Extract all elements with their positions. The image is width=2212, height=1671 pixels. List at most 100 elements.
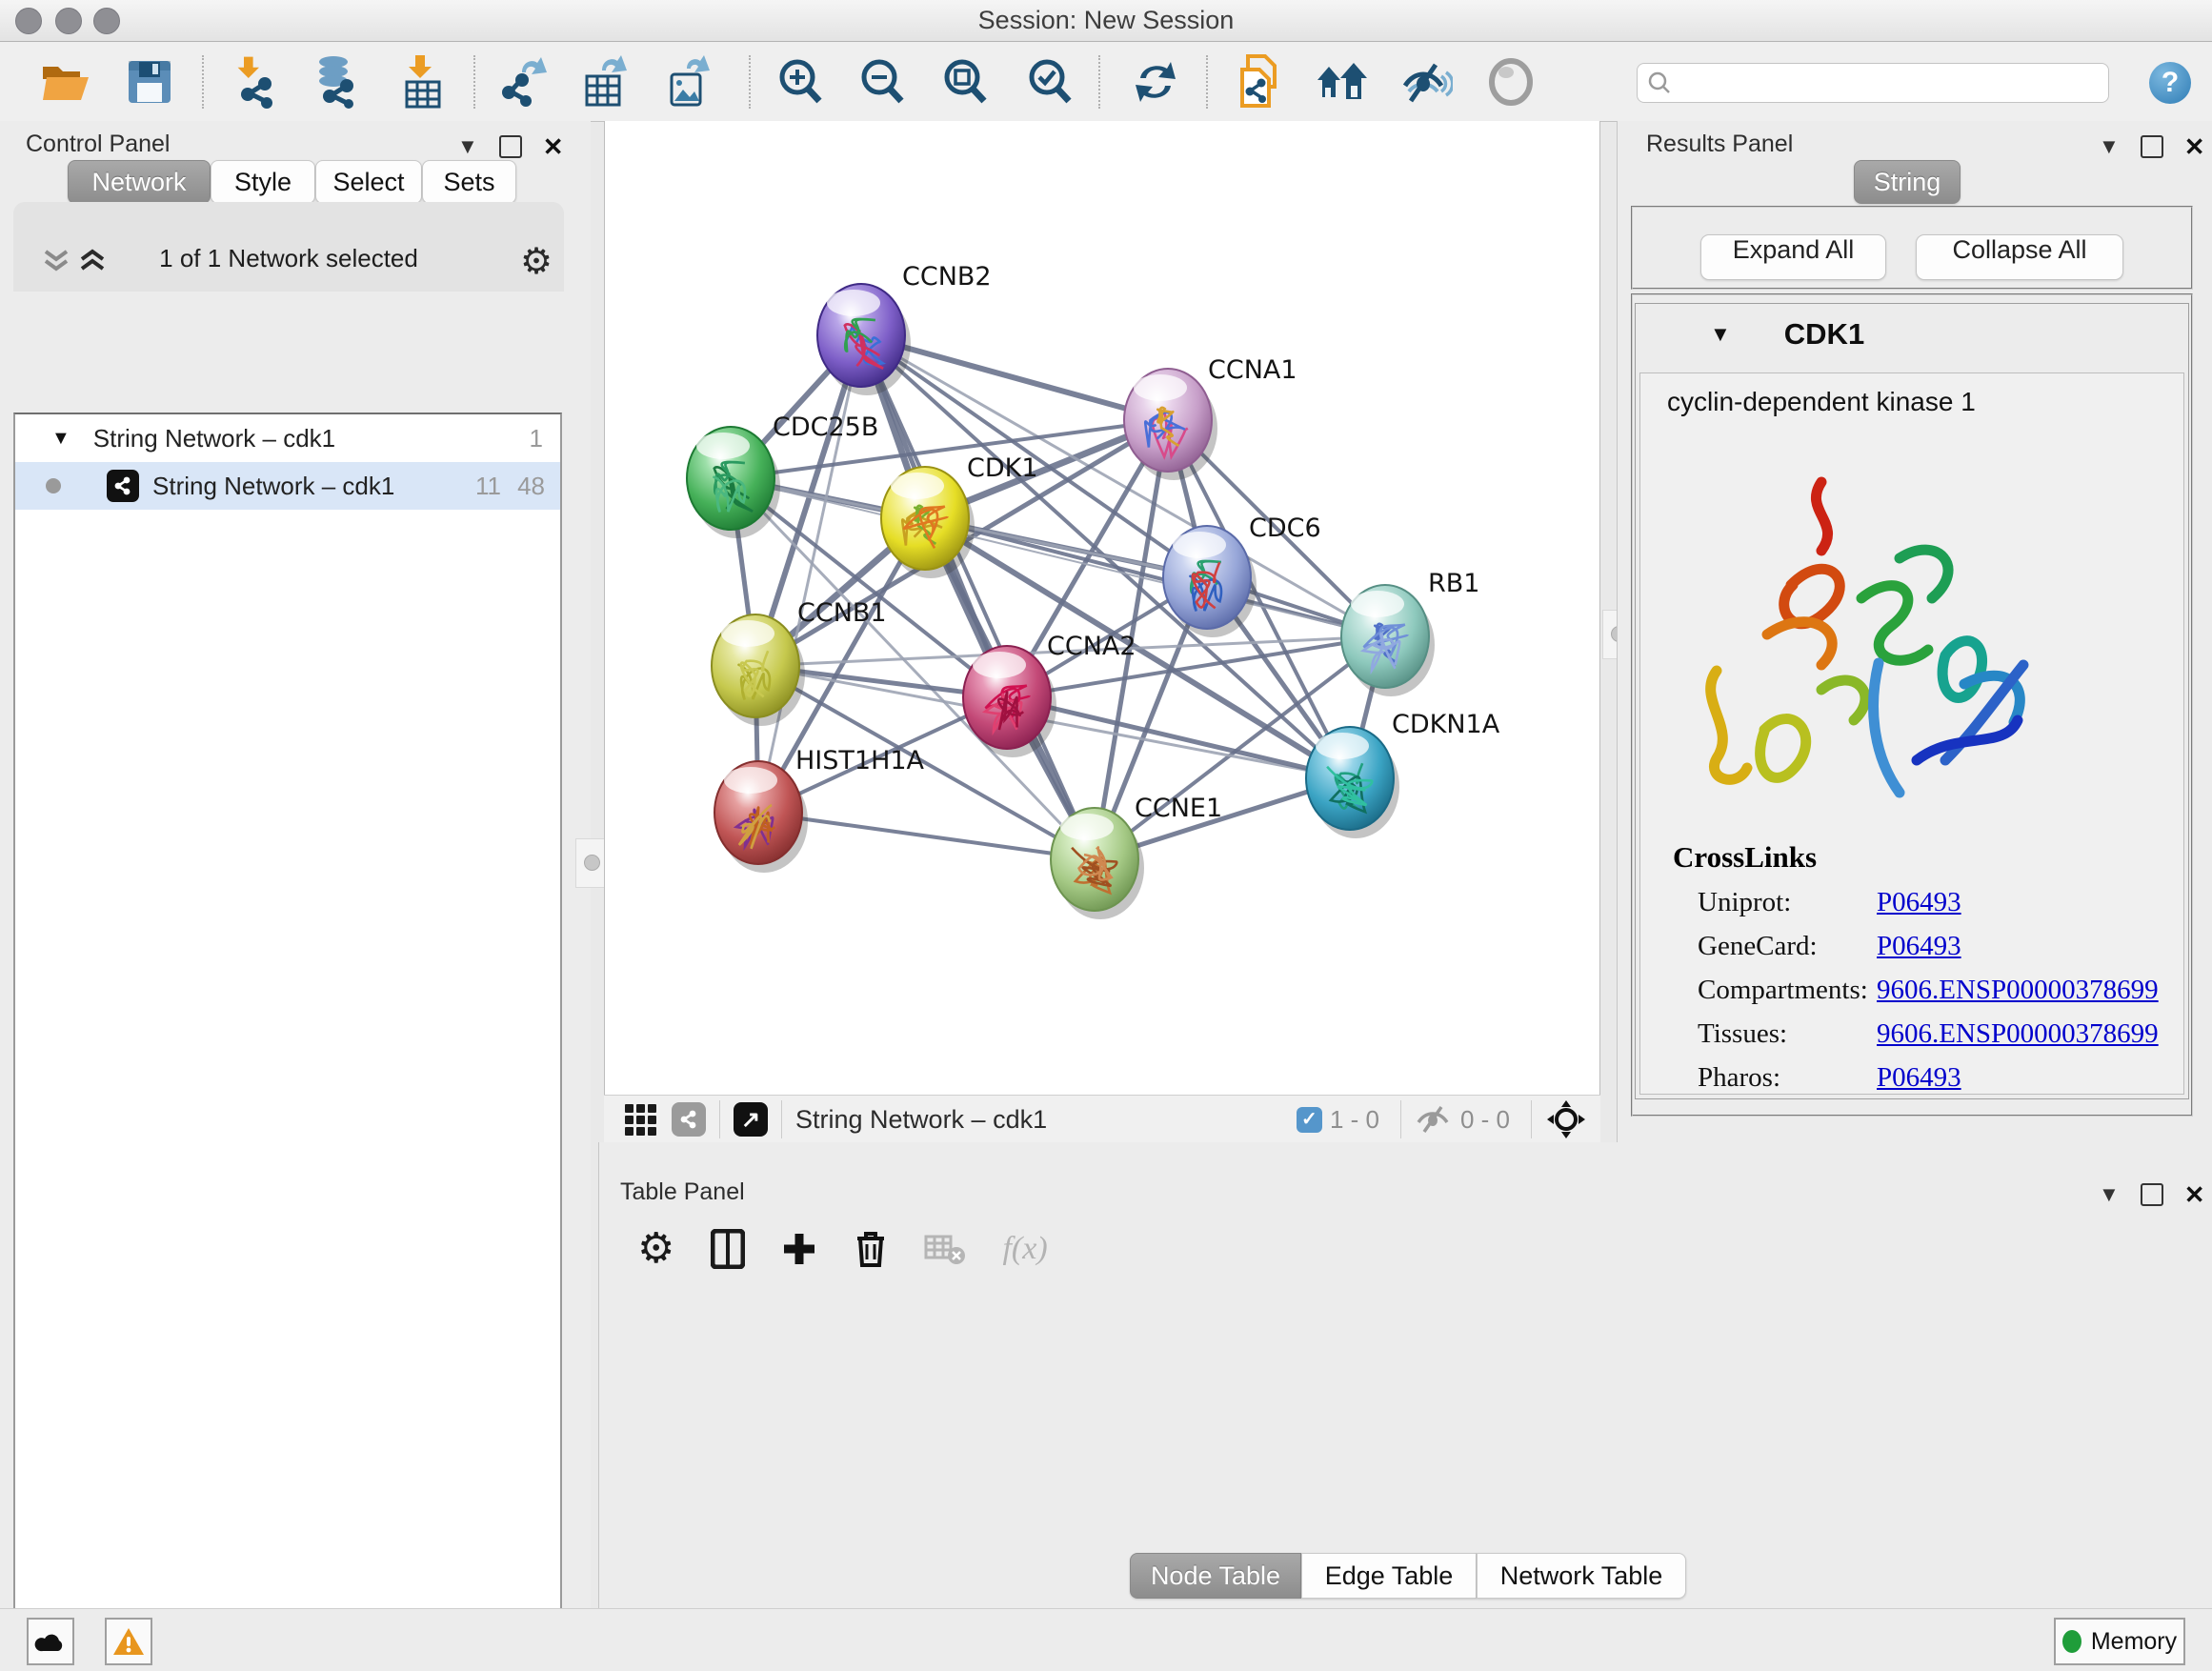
section-collapse-icon[interactable]: ▼ [1710,322,1731,347]
open-session-icon[interactable] [37,53,94,111]
crosslink-link[interactable]: P06493 [1877,887,1961,918]
network-node-cdc6[interactable]: CDC6 [1163,513,1321,637]
gene-symbol: CDK1 [1784,317,1864,352]
view-toolbar-separator [1531,1100,1532,1138]
node-label-ccnb2: CCNB2 [902,262,992,292]
search-icon [1647,70,1672,95]
add-column-icon[interactable] [781,1231,817,1267]
show-all-icon[interactable] [1482,53,1539,111]
tab-network[interactable]: Network [68,160,211,204]
crosslinks-title: CrossLinks [1640,825,2183,875]
refresh-icon[interactable] [1127,53,1184,111]
network-node-cdkn1a[interactable]: CDKN1A [1306,710,1500,838]
collapse-panel-icon[interactable]: ▼ [2099,134,2120,159]
fit-selected-crosshair-icon[interactable] [1545,1098,1587,1140]
network-node-ccne1[interactable]: CCNE1 [1051,794,1222,919]
view-toolbar-separator [781,1100,782,1138]
zoom-in-icon[interactable] [772,53,829,111]
table-toolbar: ⚙ f(x) [637,1224,1048,1273]
save-session-icon[interactable] [121,53,178,111]
float-panel-icon[interactable] [2141,1183,2163,1206]
cloud-button[interactable] [27,1618,74,1665]
window-title: Session: New Session [0,0,2212,41]
node-label-cdkn1a: CDKN1A [1392,710,1500,739]
control-panel-title: Control Panel [26,131,170,158]
tree-expand-icon[interactable]: ▼ [51,428,70,450]
collection-count: 1 [530,424,543,453]
network-options-gear-icon[interactable]: ⚙ [520,240,553,283]
network-selection-status: 1 of 1 Network selected [13,244,564,273]
table-options-gear-icon[interactable]: ⚙ [637,1224,674,1273]
tab-node-table[interactable]: Node Table [1130,1553,1301,1599]
crosslink-row: Uniprot:P06493 [1640,880,2183,924]
close-panel-icon[interactable]: ✕ [543,132,564,162]
application-window: Session: New Session [0,0,2212,1671]
export-network-icon[interactable] [496,53,553,111]
tab-network-table[interactable]: Network Table [1477,1553,1686,1599]
network-share-icon[interactable] [672,1102,706,1137]
first-neighbors-icon[interactable] [1316,53,1373,111]
tab-string[interactable]: String [1854,160,1961,204]
export-table-icon[interactable] [578,53,635,111]
gene-section-header[interactable]: ▼ CDK1 [1636,304,2188,365]
open-in-window-icon[interactable]: ↗ [734,1102,768,1137]
left-splitter-grip[interactable] [584,855,600,871]
gene-description: cyclin-dependent kinase 1 [1640,373,2183,417]
selected-checkbox-icon[interactable]: ✓ [1297,1107,1322,1133]
import-table-icon[interactable] [394,53,452,111]
network-list-toolbar: 1 of 1 Network selected ⚙ [13,202,564,292]
warning-button[interactable] [105,1618,152,1665]
results-panel: Results Panel ▼ ✕ String Expand All Coll… [1617,121,2212,1142]
tab-edge-table[interactable]: Edge Table [1301,1553,1477,1599]
hide-selected-icon[interactable] [1398,53,1455,111]
hidden-eye-icon[interactable] [1415,1105,1453,1134]
results-panel-header-buttons: ▼ ✕ [2099,129,2205,165]
network-edge[interactable] [758,335,861,813]
expand-all-button[interactable]: Expand All [1700,234,1886,280]
warning-icon [111,1626,146,1657]
network-collection-row[interactable]: ▼ String Network – cdk1 1 [15,414,560,462]
tab-sets[interactable]: Sets [422,160,516,204]
crosslink-link[interactable]: 9606.ENSP00000378699 [1877,975,2159,1006]
crosslink-row: Tissues:9606.ENSP00000378699 [1640,1012,2183,1056]
collapse-panel-icon[interactable]: ▼ [457,134,478,159]
network-node-rb1[interactable]: RB1 [1341,569,1479,696]
export-image-icon[interactable] [661,53,718,111]
help-icon[interactable]: ? [2149,62,2191,104]
zoom-out-icon[interactable] [854,53,911,111]
results-scroll-area: ▼ CDK1 cyclin-dependent kinase 1 [1631,293,2193,1117]
show-columns-icon[interactable] [711,1229,745,1269]
copy-network-icon[interactable] [1231,53,1288,111]
crosslink-link[interactable]: P06493 [1877,1062,1961,1094]
float-panel-icon[interactable] [499,135,522,158]
network-node-ccna2[interactable]: CCNA2 [963,632,1136,757]
network-edge[interactable] [758,813,1095,859]
tab-select[interactable]: Select [315,160,422,204]
search-input[interactable] [1637,63,2109,103]
table-panel-header-buttons: ▼ ✕ [2099,1177,2205,1213]
birdseye-grid-icon[interactable] [625,1104,656,1136]
import-network-database-icon[interactable] [310,53,367,111]
zoom-selected-icon[interactable] [1021,53,1078,111]
collapse-all-button[interactable]: Collapse All [1916,234,2123,280]
crosslink-link[interactable]: P06493 [1877,931,1961,962]
import-network-file-icon[interactable] [230,53,287,111]
view-toolbar-separator [719,1100,720,1138]
tab-style[interactable]: Style [211,160,315,204]
collapse-panel-icon[interactable]: ▼ [2099,1182,2120,1207]
network-node-cdk1[interactable]: CDK1 [881,453,1038,578]
network-row-selected[interactable]: String Network – cdk1 11 48 [15,462,560,510]
network-canvas[interactable]: CCNB2CCNA1CDC25BCDK1CDC6RB1CCNB1CCNA2CDK… [604,121,1600,1095]
zoom-fit-icon[interactable] [936,53,994,111]
view-toolbar-separator [1400,1100,1401,1138]
close-panel-icon[interactable]: ✕ [2184,1180,2205,1210]
close-panel-icon[interactable]: ✕ [2184,132,2205,162]
network-node-hist1h1a[interactable]: HIST1H1A [714,746,925,873]
main-toolbar: ? [0,42,2212,122]
delete-column-icon[interactable] [854,1229,888,1269]
network-status-dot [46,478,61,493]
memory-button[interactable]: Memory [2054,1618,2185,1665]
toolbar-separator [473,55,475,109]
float-panel-icon[interactable] [2141,135,2163,158]
crosslink-link[interactable]: 9606.ENSP00000378699 [1877,1018,2159,1050]
